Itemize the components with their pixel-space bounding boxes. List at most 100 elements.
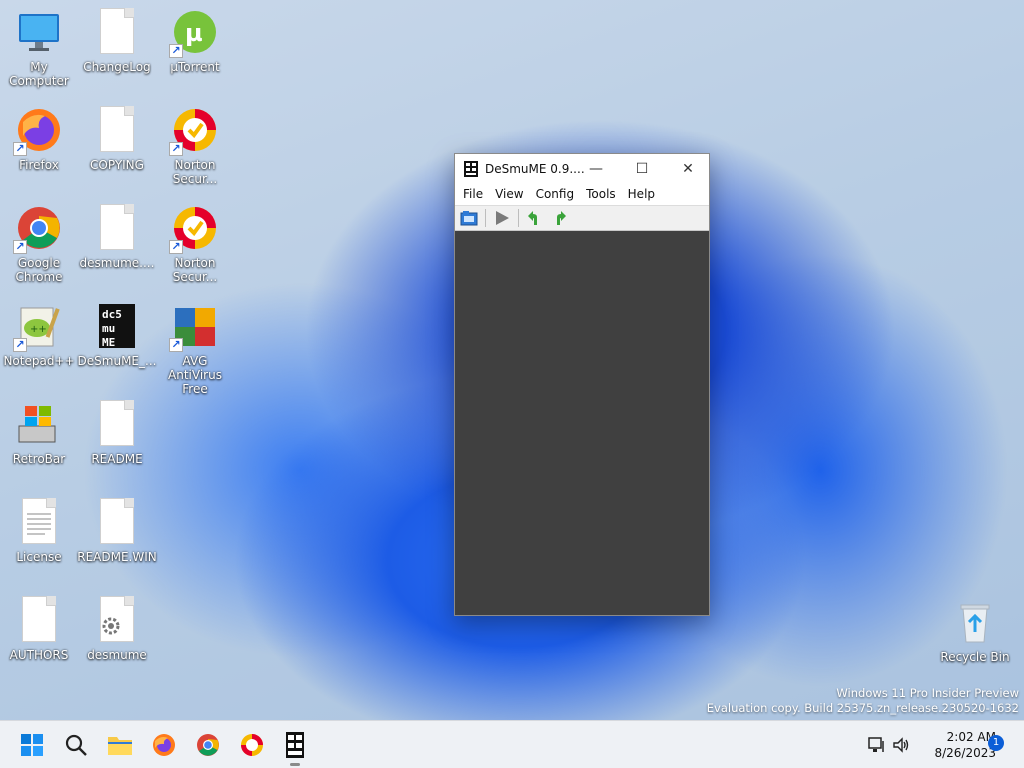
desktop-icon-google-chrome[interactable]: ↗ Google Chrome — [0, 196, 78, 286]
desmume-icon — [286, 732, 304, 758]
shortcut-arrow-icon: ↗ — [13, 240, 27, 254]
desmume-icon: dc5 mu ME — [93, 302, 141, 350]
desktop-icon-readme-win[interactable]: README.WIN — [77, 490, 157, 580]
open-rom-button[interactable] — [459, 208, 479, 228]
menu-view[interactable]: View — [489, 187, 529, 201]
svg-text:ME: ME — [102, 336, 115, 349]
rotate-left-icon — [528, 211, 537, 225]
document-icon — [93, 400, 141, 448]
toolbar-separator — [485, 209, 486, 227]
desktop-icon-copying[interactable]: COPYING — [78, 98, 156, 188]
desktop-icon-desmume-exe[interactable]: dc5 mu ME DeSmuME_... — [78, 294, 156, 384]
watermark-line-2: Evaluation copy. Build 25375.zn_release.… — [706, 701, 1019, 715]
chrome-icon: ↗ — [13, 204, 63, 254]
volume-icon[interactable] — [890, 734, 912, 756]
desktop-icon-recycle-bin[interactable]: Recycle Bin — [936, 590, 1014, 680]
desktop-icon-norton-1[interactable]: ↗ Norton Secur... — [156, 98, 234, 188]
shortcut-arrow-icon: ↗ — [169, 44, 183, 58]
avg-icon: ↗ — [169, 302, 219, 352]
desktop-icon-authors[interactable]: AUTHORS — [0, 588, 78, 678]
icon-label: DeSmuME_... — [77, 354, 157, 368]
close-icon: ✕ — [682, 160, 694, 177]
desktop-icon-utorrent[interactable]: µ ↗ µTorrent — [156, 0, 234, 90]
chrome-taskbar-button[interactable] — [192, 729, 224, 761]
clock-time: 2:02 AM — [946, 730, 996, 744]
desktop-icon-norton-2[interactable]: ↗ Norton Secur... — [156, 196, 234, 286]
open-rom-icon — [460, 211, 478, 226]
file-explorer-button[interactable] — [104, 729, 136, 761]
clock[interactable]: 2:02 AM 8/26/2023 — [918, 729, 996, 761]
desmume-taskbar-button[interactable] — [279, 729, 311, 761]
maximize-icon: ☐ — [635, 160, 649, 177]
chrome-icon — [197, 734, 219, 756]
svg-text:mu: mu — [102, 322, 115, 335]
text-document-icon — [15, 498, 63, 546]
icon-label: ChangeLog — [83, 60, 151, 74]
desktop-icon-notepad-plus-plus[interactable]: ++ ↗ Notepad++ — [0, 294, 78, 384]
emulator-screen[interactable] — [455, 231, 709, 615]
desktop-icon-my-computer[interactable]: My Computer — [0, 0, 78, 90]
notification-badge[interactable]: 1 — [988, 735, 1004, 751]
desktop-icon-readme[interactable]: README — [78, 392, 156, 482]
desktop-icon-license[interactable]: License — [0, 490, 78, 580]
icon-label: Firefox — [19, 158, 59, 172]
clock-date: 8/26/2023 — [934, 746, 996, 760]
rotate-right-button[interactable] — [549, 208, 569, 228]
minimize-button[interactable]: — — [573, 154, 619, 183]
monitor-icon — [15, 8, 63, 56]
play-icon — [496, 211, 509, 225]
shortcut-arrow-icon: ↗ — [169, 142, 183, 156]
search-button[interactable] — [60, 729, 92, 761]
svg-text:dc5: dc5 — [102, 308, 122, 321]
norton-icon — [241, 734, 263, 756]
network-icon[interactable] — [866, 734, 888, 756]
desktop-icon-retrobar[interactable]: RetroBar — [0, 392, 78, 482]
icon-label: COPYING — [90, 158, 144, 172]
desmume-window: DeSmuME 0.9.... — ☐ ✕ File View Config T… — [454, 153, 710, 616]
svg-text:µ: µ — [185, 19, 203, 47]
icon-label: Recycle Bin — [940, 650, 1010, 664]
close-button[interactable]: ✕ — [665, 154, 711, 183]
menu-help[interactable]: Help — [622, 187, 661, 201]
rotate-right-icon — [557, 211, 566, 225]
play-button[interactable] — [492, 208, 512, 228]
icon-label: Norton Secur... — [172, 158, 218, 186]
document-icon — [93, 106, 141, 154]
norton-taskbar-button[interactable] — [236, 729, 268, 761]
watermark-line-1: Windows 11 Pro Insider Preview — [836, 686, 1019, 700]
maximize-button[interactable]: ☐ — [619, 154, 665, 183]
search-icon — [65, 734, 87, 756]
icon-label: Notepad++ — [3, 354, 75, 368]
taskbar: 2:02 AM 8/26/2023 — [0, 720, 1024, 768]
desktop-icon-avg[interactable]: ↗ AVG AntiVirus Free — [156, 294, 234, 396]
toolbar — [455, 205, 709, 231]
menu-tools[interactable]: Tools — [580, 187, 622, 201]
shortcut-arrow-icon: ↗ — [169, 240, 183, 254]
notepad-plus-plus-icon: ++ ↗ — [13, 302, 63, 352]
start-button[interactable] — [16, 729, 48, 761]
utorrent-icon: µ ↗ — [169, 8, 219, 58]
icon-label: README — [91, 452, 143, 466]
desktop-icon-desmume-config[interactable]: desmume — [78, 588, 156, 678]
system-tray — [866, 721, 912, 768]
firefox-icon: ↗ — [13, 106, 63, 156]
document-icon — [93, 498, 141, 546]
menu-config[interactable]: Config — [530, 187, 581, 201]
menu-file[interactable]: File — [457, 187, 489, 201]
windows-evaluation-watermark: Windows 11 Pro Insider Preview Evaluatio… — [707, 686, 1019, 716]
shortcut-arrow-icon: ↗ — [169, 338, 183, 352]
desktop-icon-changelog[interactable]: ChangeLog — [78, 0, 156, 90]
shortcut-arrow-icon: ↗ — [13, 142, 27, 156]
desktop-icon-desmume-file[interactable]: desmume.... — [78, 196, 156, 286]
rotate-left-button[interactable] — [525, 208, 545, 228]
norton-icon: ↗ — [169, 204, 219, 254]
window-titlebar[interactable]: DeSmuME 0.9.... — ☐ ✕ — [455, 154, 709, 183]
active-app-indicator — [290, 763, 300, 766]
firefox-taskbar-button[interactable] — [148, 729, 180, 761]
retrobar-icon — [15, 400, 63, 448]
icon-label: Norton Secur... — [172, 256, 218, 284]
desktop-icon-firefox[interactable]: ↗ Firefox — [0, 98, 78, 188]
icon-label: AVG AntiVirus Free — [168, 354, 222, 396]
menubar: File View Config Tools Help — [455, 183, 709, 205]
file-explorer-icon — [108, 737, 132, 755]
